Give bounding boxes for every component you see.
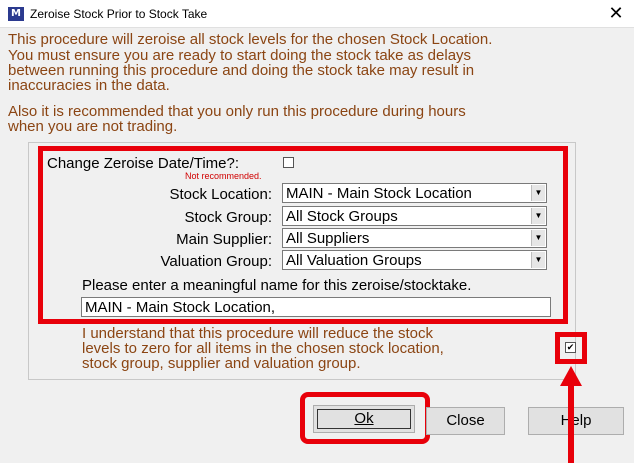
chevron-down-icon[interactable]: ▼ (531, 252, 545, 268)
stock-group-label: Stock Group: (184, 209, 272, 226)
name-prompt: Please enter a meaningful name for this … (82, 277, 472, 294)
change-date-checkbox[interactable] (283, 157, 294, 168)
chevron-down-icon[interactable]: ▼ (531, 208, 545, 224)
main-supplier-select[interactable]: All Suppliers ▼ (282, 228, 547, 248)
intro-line-1: This procedure will zeroise all stock le… (8, 31, 493, 48)
title-bar: M Zeroise Stock Prior to Stock Take ✕ (0, 0, 634, 28)
confirm-checkbox[interactable]: ✔ (565, 342, 576, 353)
close-button[interactable]: Close (426, 407, 505, 435)
note-line-2: when you are not trading. (8, 118, 178, 135)
main-supplier-label: Main Supplier: (176, 231, 272, 248)
ok-button[interactable]: Ok (313, 405, 415, 433)
stock-location-value: MAIN - Main Stock Location (286, 185, 472, 202)
ok-label: Ok (354, 410, 374, 427)
zeroise-name-input[interactable]: MAIN - Main Stock Location, (81, 297, 551, 317)
zeroise-name-value: MAIN - Main Stock Location, (85, 299, 276, 316)
confirm-line-3: stock group, supplier and valuation grou… (82, 355, 361, 372)
valuation-group-value: All Valuation Groups (286, 252, 422, 269)
chevron-down-icon[interactable]: ▼ (531, 230, 545, 246)
not-recommended-text: Not recommended. (185, 171, 262, 181)
chevron-down-icon[interactable]: ▼ (531, 185, 545, 201)
stock-location-label: Stock Location: (169, 186, 272, 203)
stock-group-value: All Stock Groups (286, 208, 398, 225)
app-logo-icon: M (8, 7, 24, 21)
intro-line-4: inaccuracies in the data. (8, 77, 170, 94)
close-window-button[interactable]: ✕ (604, 2, 628, 24)
valuation-group-label: Valuation Group: (160, 253, 272, 270)
dialog-window: M Zeroise Stock Prior to Stock Take ✕ Th… (0, 0, 634, 463)
main-supplier-value: All Suppliers (286, 230, 370, 247)
close-label: Close (446, 412, 485, 429)
annotation-arrow-icon (560, 366, 582, 463)
stock-group-select[interactable]: All Stock Groups ▼ (282, 206, 547, 226)
window-title: Zeroise Stock Prior to Stock Take (30, 7, 208, 21)
valuation-group-select[interactable]: All Valuation Groups ▼ (282, 250, 547, 270)
stock-location-select[interactable]: MAIN - Main Stock Location ▼ (282, 183, 547, 203)
change-date-label: Change Zeroise Date/Time?: (47, 155, 240, 172)
